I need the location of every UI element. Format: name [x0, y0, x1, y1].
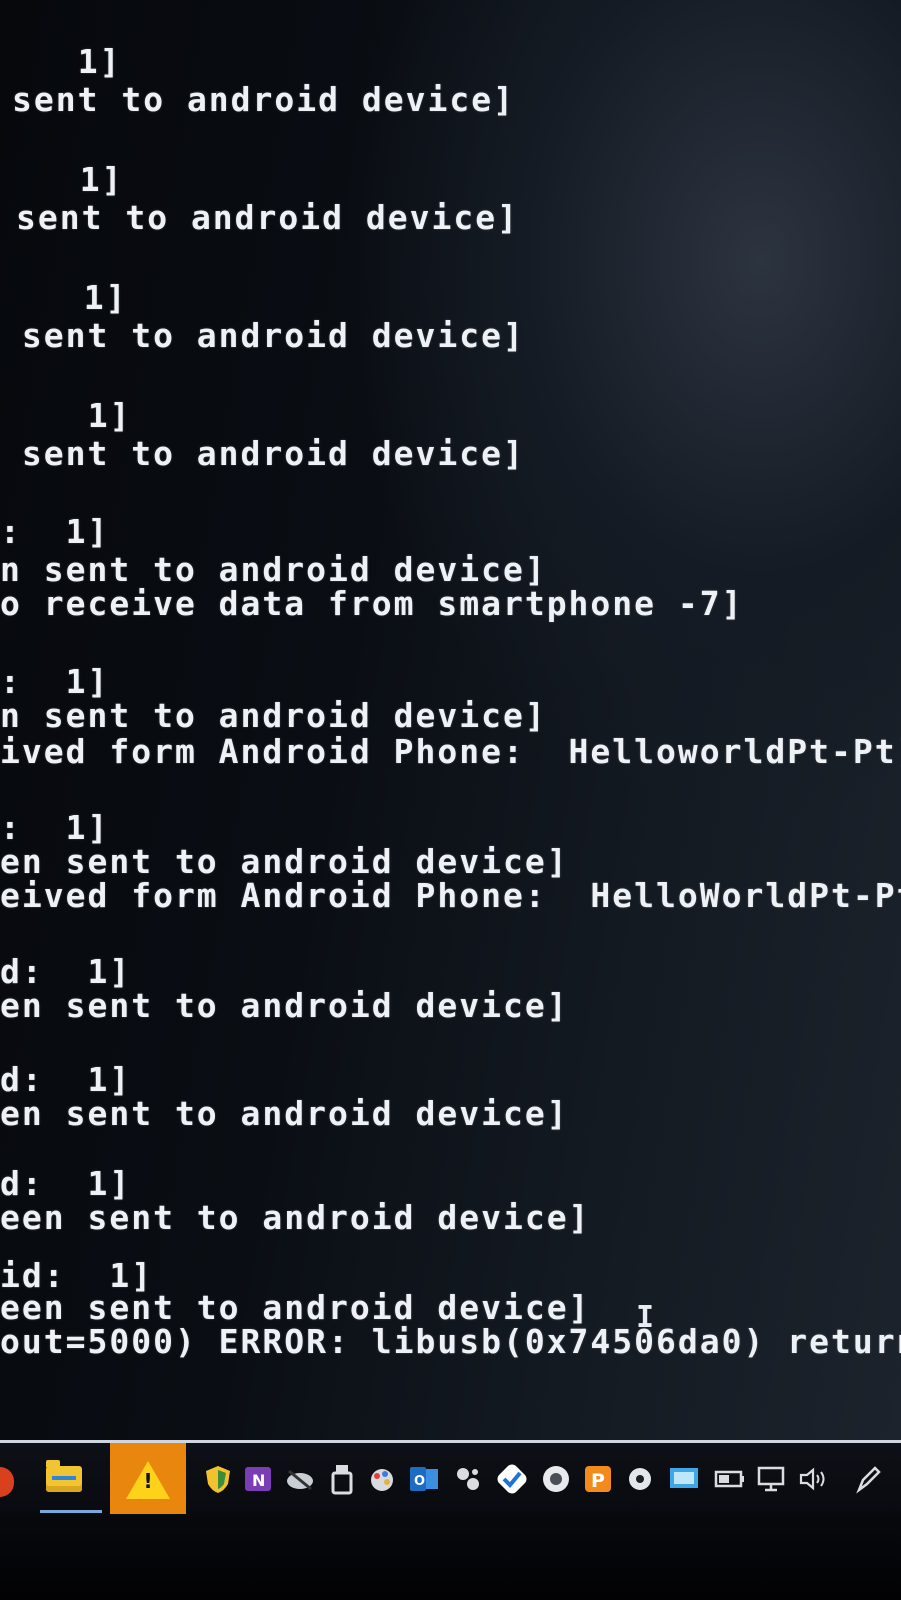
chrome-icon[interactable]	[538, 1461, 574, 1497]
outlook-icon[interactable]: O	[406, 1461, 442, 1497]
console-line: en sent to android device]	[0, 986, 569, 1025]
console-received-line: ived form Android Phone: HelloworldPt-Pt…	[0, 732, 901, 771]
console-line: en sent to android device]	[0, 1094, 569, 1133]
paint-app-icon[interactable]	[364, 1461, 400, 1497]
console-line: sent to android device]	[12, 80, 515, 119]
network-icon[interactable]	[754, 1461, 790, 1497]
bluetooth-app-icon[interactable]	[450, 1461, 486, 1497]
console-line: 1]	[34, 42, 122, 81]
console-error-line: out=5000) ERROR: libusb(0x74506da0) retu…	[0, 1322, 901, 1361]
remote-desktop-icon[interactable]	[666, 1461, 702, 1497]
console-line: 1]	[40, 278, 128, 317]
console-window[interactable]: 1] sent to android device] 1] sent to an…	[0, 0, 901, 1440]
onenote-icon[interactable]: N	[240, 1461, 276, 1497]
console-line: 1]	[44, 396, 132, 435]
console-line: : 1]	[0, 512, 110, 551]
security-shield-icon[interactable]	[200, 1461, 236, 1497]
battery-icon	[712, 1461, 748, 1497]
monitor-bezel	[0, 1514, 901, 1600]
console-line: een sent to android device]	[0, 1198, 591, 1237]
warning-glyph: !	[143, 1469, 153, 1493]
console-line: n sent to android device]	[0, 696, 547, 735]
console-line: sent to android device]	[16, 198, 519, 237]
warning-app-icon[interactable]: !	[110, 1443, 186, 1517]
console-line: 1]	[36, 160, 124, 199]
parking-app-icon[interactable]: P	[580, 1461, 616, 1497]
console-received-line: eived form Android Phone: HelloWorldPt-P…	[0, 876, 901, 915]
text-cursor-icon: I	[636, 1300, 655, 1335]
cloud-sync-icon[interactable]	[282, 1461, 318, 1497]
svg-text:N: N	[252, 1471, 265, 1490]
console-line: sent to android device]	[0, 316, 525, 355]
usb-drive-icon[interactable]	[324, 1461, 360, 1497]
pen-icon[interactable]	[850, 1461, 886, 1497]
volume-icon[interactable]	[796, 1461, 832, 1497]
console-error-line: o receive data from smartphone -7]	[0, 584, 744, 623]
teamviewer-icon[interactable]	[494, 1461, 530, 1497]
active-app-indicator	[40, 1510, 102, 1513]
monitor-screen: 1] sent to android device] 1] sent to an…	[0, 0, 901, 1440]
file-explorer-icon[interactable]	[46, 1460, 82, 1497]
svg-text:P: P	[591, 1470, 605, 1492]
svg-text:O: O	[414, 1474, 425, 1489]
settings-app-icon[interactable]	[622, 1461, 658, 1497]
taskbar: ! N O P	[0, 1440, 901, 1517]
console-line: sent to android device]	[0, 434, 525, 473]
